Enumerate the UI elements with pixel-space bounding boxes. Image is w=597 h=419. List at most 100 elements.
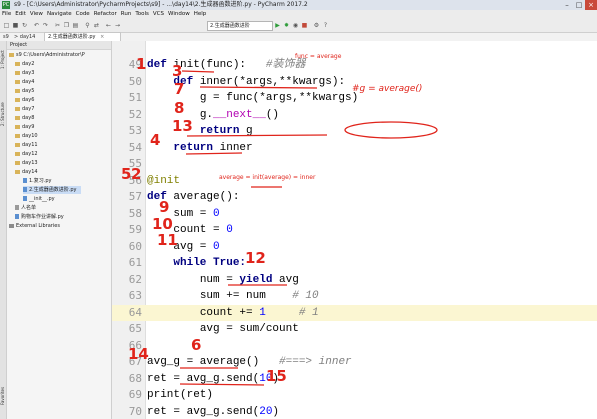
menu-vcs[interactable]: VCS xyxy=(151,10,166,19)
folder-icon xyxy=(15,169,20,174)
menu-run[interactable]: Run xyxy=(119,10,134,19)
annotation-step-2: 2 xyxy=(131,165,142,183)
annotation-step-14: 14 xyxy=(128,345,149,363)
tree-folder-day3[interactable]: day3 xyxy=(15,69,34,77)
folder-icon xyxy=(15,142,20,147)
folder-icon xyxy=(15,106,20,111)
menu-edit[interactable]: Edit xyxy=(13,10,28,19)
tree-external-libraries[interactable]: External Libraries xyxy=(9,222,60,230)
tree-folder-day14[interactable]: day14 xyxy=(15,168,38,176)
annotation-step-10: 10 xyxy=(152,215,173,233)
tree-folder-day2[interactable]: day2 xyxy=(15,60,34,68)
annotation-g-note: #g = average() xyxy=(352,84,423,94)
tree-file-cart[interactable]: 购物车作业讲解.py xyxy=(15,213,64,221)
settings-icon[interactable]: ⚙ xyxy=(313,22,320,29)
open-folder-icon[interactable]: □ xyxy=(3,22,10,29)
breadcrumb-folder[interactable]: > day14 xyxy=(14,33,35,41)
forward-icon[interactable]: → xyxy=(114,22,121,29)
debug-icon[interactable]: ✸ xyxy=(283,22,290,29)
run-icon[interactable]: ▶ xyxy=(274,22,281,29)
tree-file-names[interactable]: 人名单 xyxy=(15,204,36,212)
project-tool-tab[interactable]: 1: Project xyxy=(0,45,6,75)
toolbar: □ ■ ↻ ↶ ↷ ✂ ❐ ▤ ⚲ ⇄ ← → 2.生成器函数进阶 ▶ ✸ ◉ … xyxy=(0,19,597,33)
annotation-step-1: 1 xyxy=(136,55,147,73)
text-file-icon xyxy=(15,205,19,210)
annotation-step-11: 11 xyxy=(157,231,178,249)
back-icon[interactable]: ← xyxy=(105,22,112,29)
code-editor[interactable]: 49 def init(func): #装饰器 50 def inner(*arg… xyxy=(112,41,597,419)
replace-icon[interactable]: ⇄ xyxy=(93,22,100,29)
coverage-icon[interactable]: ◉ xyxy=(292,22,299,29)
underline-init xyxy=(181,70,215,73)
menu-help[interactable]: Help xyxy=(192,10,209,19)
sync-icon[interactable]: ↻ xyxy=(21,22,28,29)
tree-file-review[interactable]: 1.复习.py xyxy=(23,177,52,185)
paste-icon[interactable]: ▤ xyxy=(72,22,79,29)
undo-icon[interactable]: ↶ xyxy=(33,22,40,29)
menu-window[interactable]: Window xyxy=(166,10,192,19)
folder-icon xyxy=(15,61,20,66)
menu-file[interactable]: File xyxy=(0,10,13,19)
copy-icon[interactable]: ❐ xyxy=(63,22,70,29)
annotation-step-6: 6 xyxy=(191,336,202,354)
tool-window-strip: 1: Project 2: Structure Favorites xyxy=(0,41,7,419)
title-bar: PC s9 - [C:\Users\Administrator\PycharmP… xyxy=(0,0,597,10)
folder-icon xyxy=(15,160,20,165)
annotation-init-note: average = init(average) = inner xyxy=(219,174,316,181)
menu-navigate[interactable]: Navigate xyxy=(45,10,74,19)
find-icon[interactable]: ⚲ xyxy=(84,22,91,29)
save-icon[interactable]: ■ xyxy=(12,22,19,29)
annotation-step-13: 13 xyxy=(172,117,193,135)
tab-label: 2.生成器函数进阶.py xyxy=(48,34,96,40)
tree-folder-day7[interactable]: day7 xyxy=(15,105,34,113)
tab-close-icon[interactable]: × xyxy=(100,34,104,40)
folder-icon xyxy=(15,151,20,156)
menu-code[interactable]: Code xyxy=(74,10,92,19)
underline-inner-args xyxy=(199,86,318,89)
circle-g-average xyxy=(344,121,438,139)
close-button[interactable]: × xyxy=(585,0,597,10)
underline-next xyxy=(185,152,243,155)
tree-folder-day5[interactable]: day5 xyxy=(15,87,34,95)
tree-folder-day10[interactable]: day10 xyxy=(15,132,38,140)
tree-folder-day9[interactable]: day9 xyxy=(15,123,34,131)
cut-icon[interactable]: ✂ xyxy=(54,22,61,29)
folder-icon xyxy=(15,97,20,102)
minimize-button[interactable]: – xyxy=(561,0,573,10)
library-icon xyxy=(9,223,14,228)
maximize-button[interactable]: □ xyxy=(573,0,585,10)
annotation-step-3: 3 xyxy=(172,62,183,80)
breadcrumb-project[interactable]: s9 xyxy=(3,33,9,41)
folder-icon xyxy=(15,115,20,120)
underline-func-call xyxy=(186,134,328,137)
menu-tools[interactable]: Tools xyxy=(133,10,151,19)
tree-folder-day11[interactable]: day11 xyxy=(15,141,38,149)
favorites-tool-tab[interactable]: Favorites xyxy=(0,381,6,411)
help-icon[interactable]: ? xyxy=(322,22,329,29)
redo-icon[interactable]: ↷ xyxy=(42,22,49,29)
tree-folder-day4[interactable]: day4 xyxy=(15,78,34,86)
tree-folder-day6[interactable]: day6 xyxy=(15,96,34,104)
folder-icon xyxy=(9,52,14,57)
tree-root[interactable]: s9 C:\Users\Administrator\P xyxy=(9,51,85,59)
python-file-icon xyxy=(15,214,19,219)
folder-icon xyxy=(15,88,20,93)
menu-view[interactable]: View xyxy=(28,10,45,19)
menu-bar: File Edit View Navigate Code Refactor Ru… xyxy=(0,10,597,19)
structure-tool-tab[interactable]: 2: Structure xyxy=(0,97,6,131)
window-controls: – □ × xyxy=(561,0,597,10)
annotation-step-7: 7 xyxy=(174,80,185,98)
stop-icon[interactable]: ■ xyxy=(301,22,308,29)
folder-icon xyxy=(15,133,20,138)
annotation-step-15: 15 xyxy=(266,367,287,385)
tree-folder-day12[interactable]: day12 xyxy=(15,150,38,158)
window-title: s9 - [C:\Users\Administrator\PycharmProj… xyxy=(14,1,308,8)
menu-refactor[interactable]: Refactor xyxy=(92,10,119,19)
tree-folder-day13[interactable]: day13 xyxy=(15,159,38,167)
annotation-marks xyxy=(179,70,438,386)
tree-file-generator-advanced[interactable]: 2.生成器函数进阶.py xyxy=(23,186,81,194)
tree-file-init[interactable]: __init__.py xyxy=(23,195,55,203)
tree-folder-day8[interactable]: day8 xyxy=(15,114,34,122)
python-file-icon xyxy=(23,187,27,192)
run-config-select[interactable]: 2.生成器函数进阶 xyxy=(207,21,273,31)
